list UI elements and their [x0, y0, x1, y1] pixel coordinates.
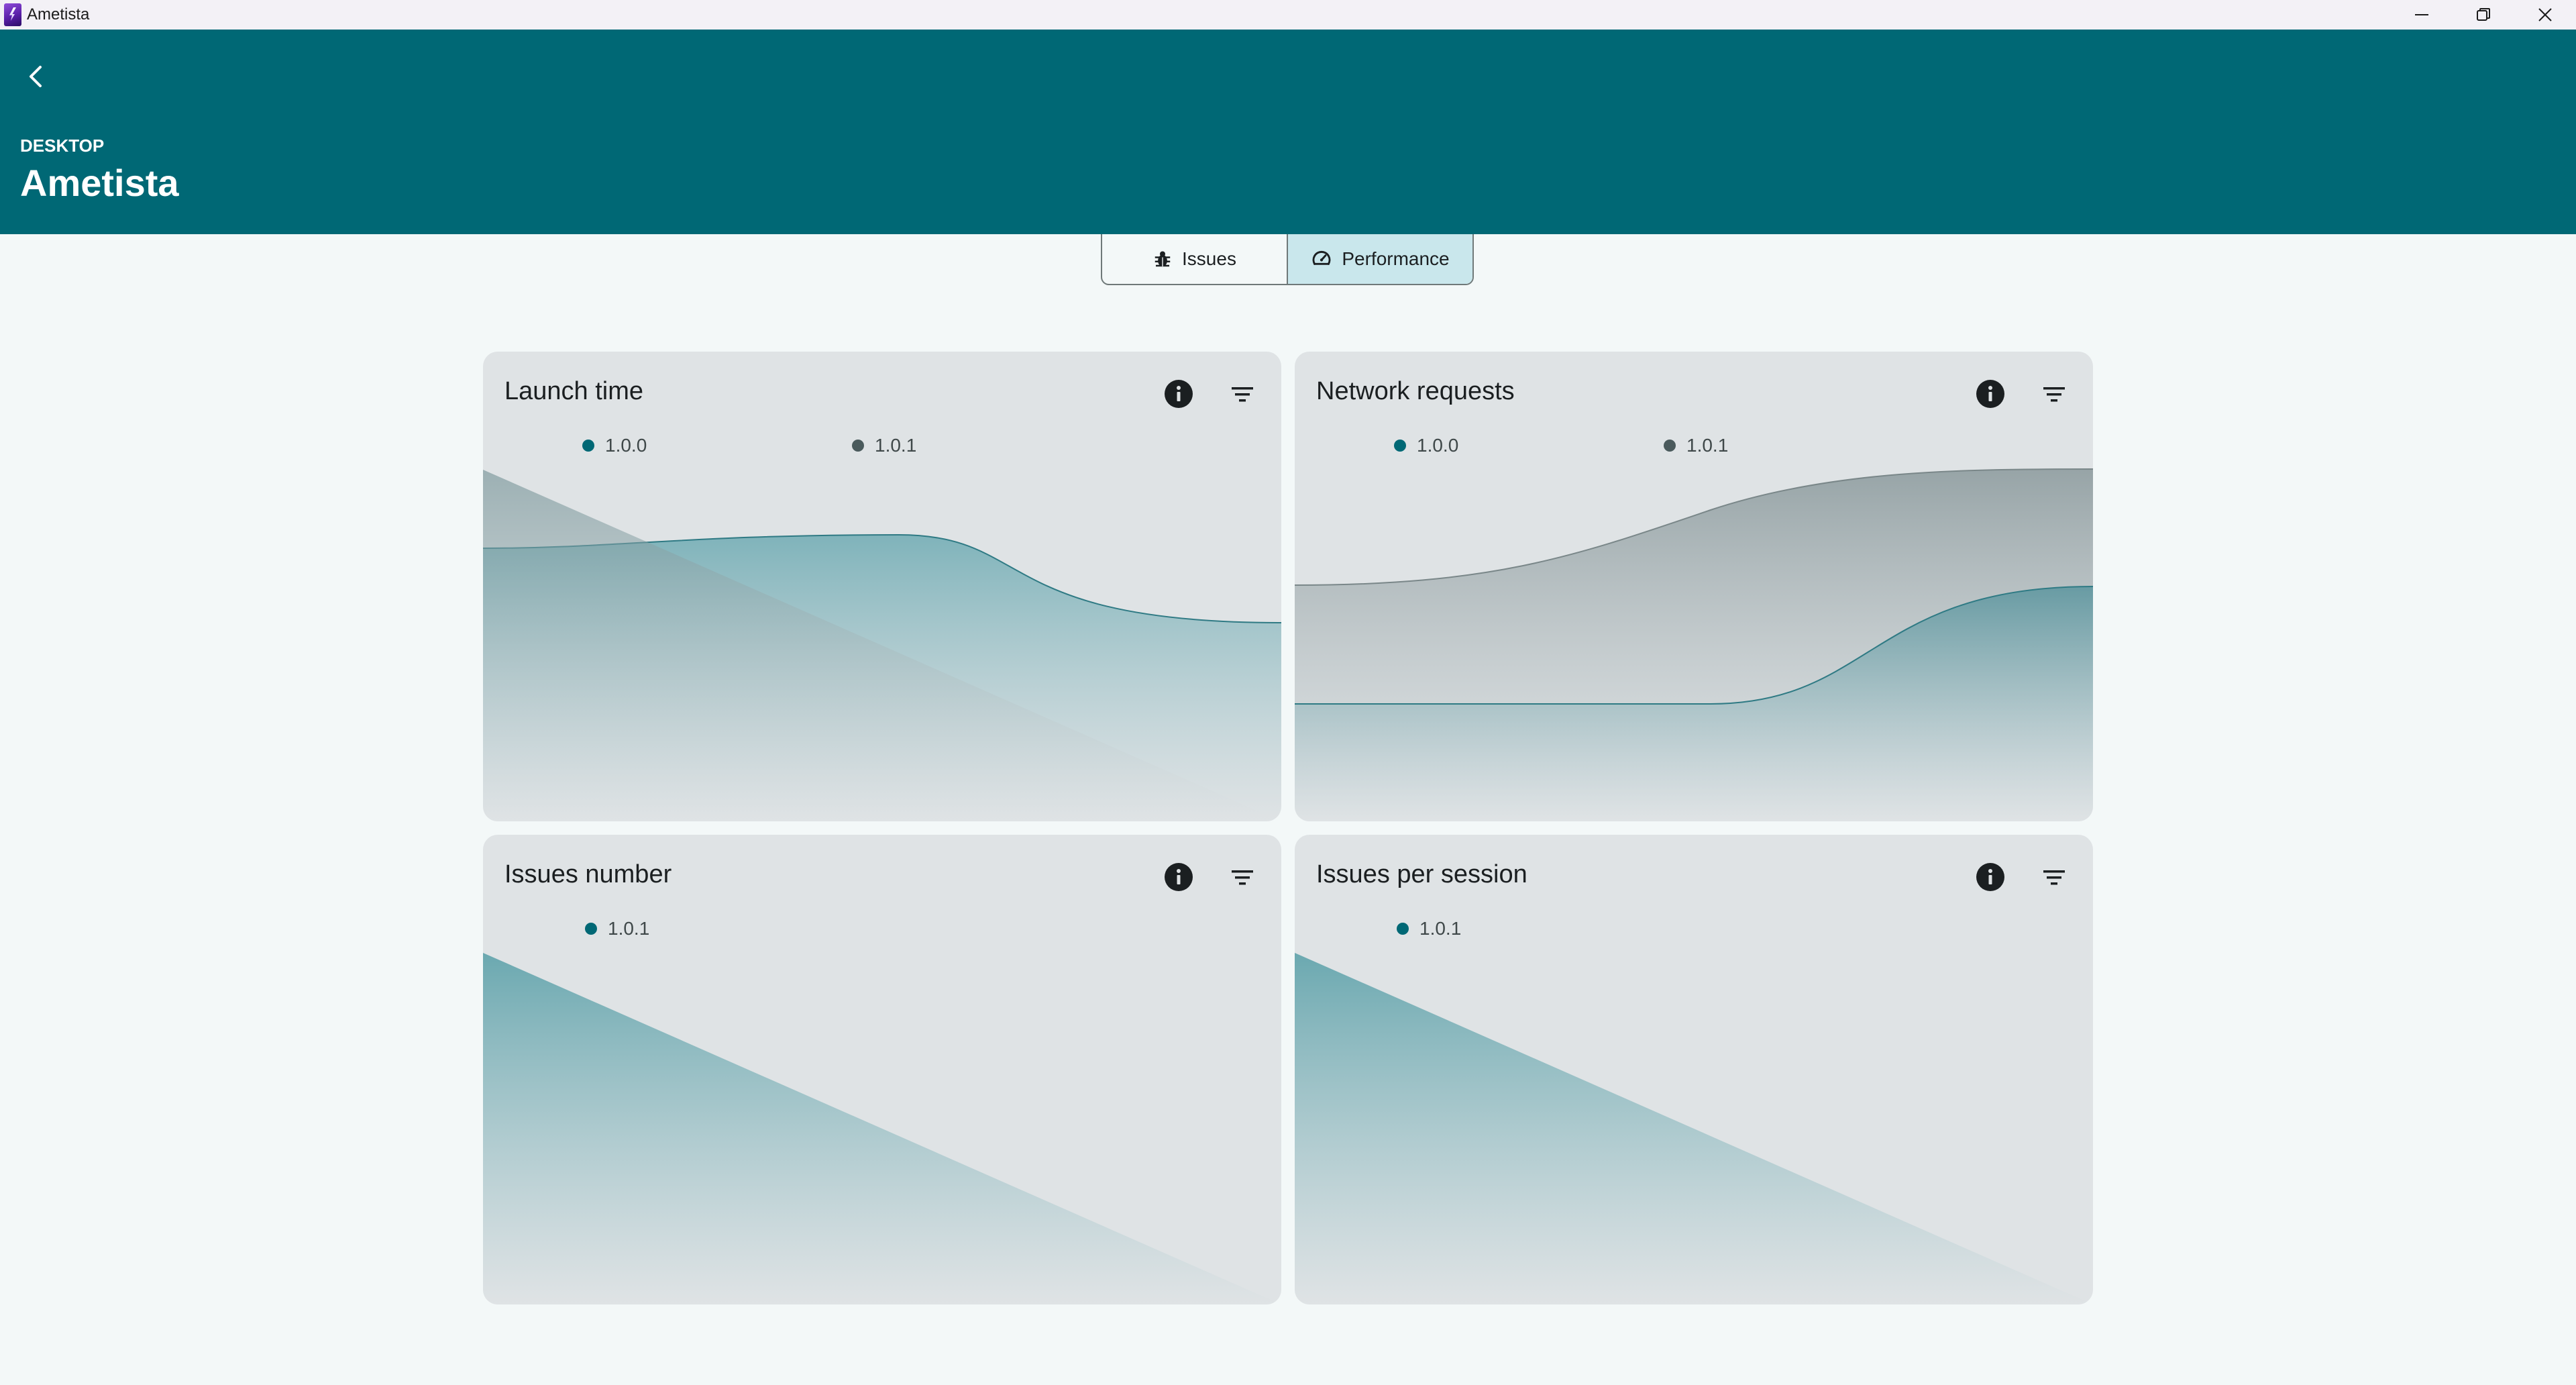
chart-card-issues-per-session: Issues per session 1.0.1 [1295, 835, 2093, 1304]
tab-performance[interactable]: Performance [1287, 234, 1472, 284]
tab-issues[interactable]: Issues [1102, 234, 1287, 284]
legend-label: 1.0.1 [875, 435, 917, 456]
minimize-icon [2415, 14, 2428, 15]
restore-button[interactable] [2453, 0, 2514, 30]
arrow-back-icon [30, 66, 42, 87]
info-button[interactable] [1975, 378, 2006, 409]
section-tabs: Issues Performance [1101, 234, 1474, 285]
restore-icon [2477, 8, 2490, 21]
chart-card-launch-time: Launch time 1.0.0 1.0.1 [483, 352, 1281, 821]
app-logo-icon [4, 3, 21, 26]
app-header: DESKTOP Ametista [0, 30, 2576, 234]
info-icon [1976, 863, 2004, 891]
platform-label: DESKTOP [20, 136, 105, 156]
legend-dot [582, 440, 594, 452]
tab-issues-label: Issues [1182, 248, 1236, 269]
filter-button[interactable] [2039, 863, 2069, 892]
legend-label: 1.0.0 [1417, 435, 1459, 456]
issues-per-session-chart [1295, 953, 2093, 1304]
speedometer-icon [1312, 250, 1331, 265]
legend-dot [1394, 440, 1406, 452]
info-button[interactable] [1163, 862, 1194, 892]
legend-item: 1.0.1 [852, 435, 916, 456]
window-titlebar: Ametista [0, 0, 2576, 30]
series-1-0-1-area [483, 953, 1281, 1304]
filter-icon [1232, 387, 1253, 402]
minimize-button[interactable] [2391, 0, 2453, 30]
legend-label: 1.0.1 [1686, 435, 1729, 456]
legend-item: 1.0.0 [582, 435, 647, 456]
info-button[interactable] [1975, 862, 2006, 892]
filter-button[interactable] [1228, 863, 1257, 892]
window-controls [2391, 0, 2576, 30]
legend-dot [585, 923, 597, 935]
legend-item: 1.0.1 [1397, 918, 1461, 939]
launch-time-chart [483, 470, 1281, 821]
legend-label: 1.0.1 [1419, 918, 1462, 939]
info-icon [1165, 380, 1193, 408]
close-icon [2538, 8, 2552, 21]
bug-icon [1155, 251, 1171, 267]
filter-icon [2043, 870, 2065, 885]
filter-icon [2043, 387, 2065, 402]
legend-item: 1.0.0 [1394, 435, 1458, 456]
info-button[interactable] [1163, 378, 1194, 409]
legend-item: 1.0.1 [1664, 435, 1728, 456]
card-title: Issues per session [1316, 860, 1527, 888]
tab-performance-label: Performance [1342, 248, 1450, 269]
series-1-0-1-area [1295, 953, 2093, 1304]
window-title: Ametista [27, 5, 90, 23]
legend-item: 1.0.1 [585, 918, 649, 939]
back-button[interactable] [15, 55, 58, 98]
page-title: Ametista [20, 162, 179, 204]
legend-dot [1664, 440, 1676, 452]
card-title: Network requests [1316, 377, 1515, 405]
filter-icon [1232, 870, 1253, 885]
legend-dot [1397, 923, 1409, 935]
legend-label: 1.0.0 [605, 435, 647, 456]
info-icon [1976, 380, 2004, 408]
filter-button[interactable] [2039, 380, 2069, 409]
network-requests-chart [1295, 468, 2093, 821]
legend-dot [852, 440, 864, 452]
filter-button[interactable] [1228, 380, 1257, 409]
card-title: Issues number [504, 860, 672, 888]
info-icon [1165, 863, 1193, 891]
legend-label: 1.0.1 [608, 918, 650, 939]
chart-card-network-requests: Network requests 1.0.0 1.0.1 [1295, 352, 2093, 821]
close-window-button[interactable] [2514, 0, 2576, 30]
issues-number-chart [483, 953, 1281, 1304]
chart-card-issues-number: Issues number 1.0.1 [483, 835, 1281, 1304]
card-title: Launch time [504, 377, 644, 405]
